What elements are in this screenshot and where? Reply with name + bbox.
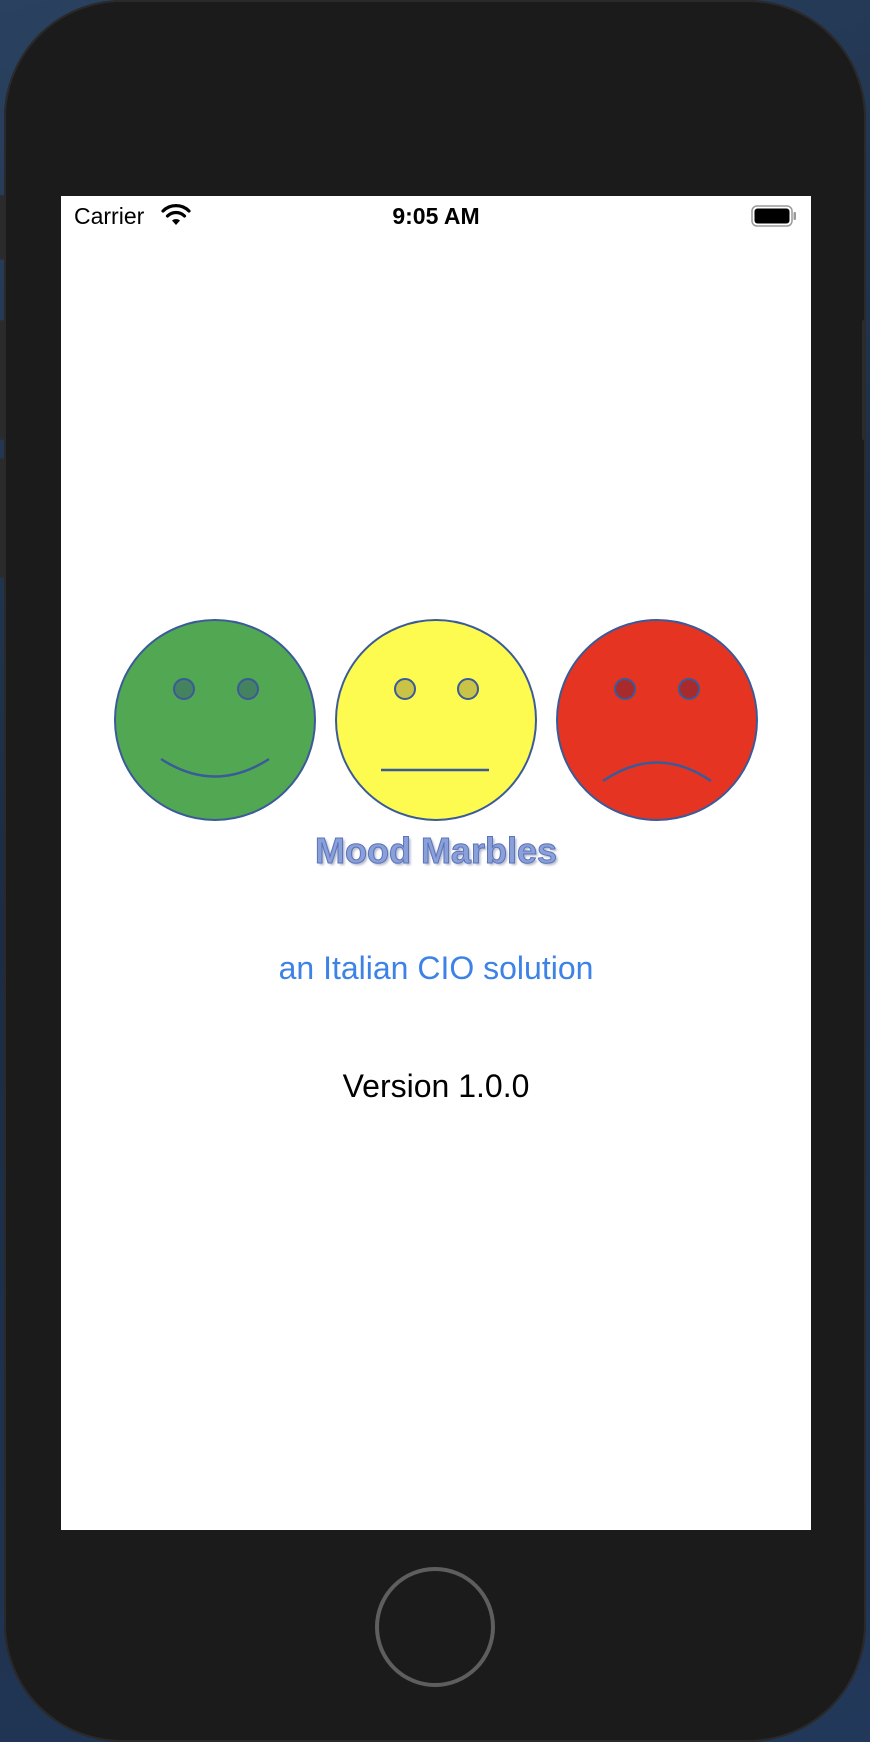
app-subtitle: an Italian CIO solution xyxy=(278,950,594,986)
volume-down-button xyxy=(0,458,4,578)
home-button[interactable] xyxy=(375,1567,495,1687)
status-time: 9:05 AM xyxy=(392,203,480,229)
volume-up-button xyxy=(0,320,4,440)
happy-face-icon xyxy=(114,619,316,821)
mood-faces-logo xyxy=(114,619,758,821)
mute-switch xyxy=(0,195,4,260)
sad-face-icon xyxy=(556,619,758,821)
app-version: Version 1.0.0 xyxy=(342,1068,530,1104)
neutral-face-icon xyxy=(335,619,537,821)
app-screen: Carrier 9:05 AM Mood Marbles an Italian … xyxy=(61,196,811,1530)
phone-frame: Carrier 9:05 AM Mood Marbles an Italian … xyxy=(0,0,866,1742)
status-bar: Carrier 9:05 AM xyxy=(61,196,811,236)
battery-icon xyxy=(751,205,796,227)
power-button xyxy=(862,320,866,440)
app-title: Mood Marbles xyxy=(314,830,557,872)
